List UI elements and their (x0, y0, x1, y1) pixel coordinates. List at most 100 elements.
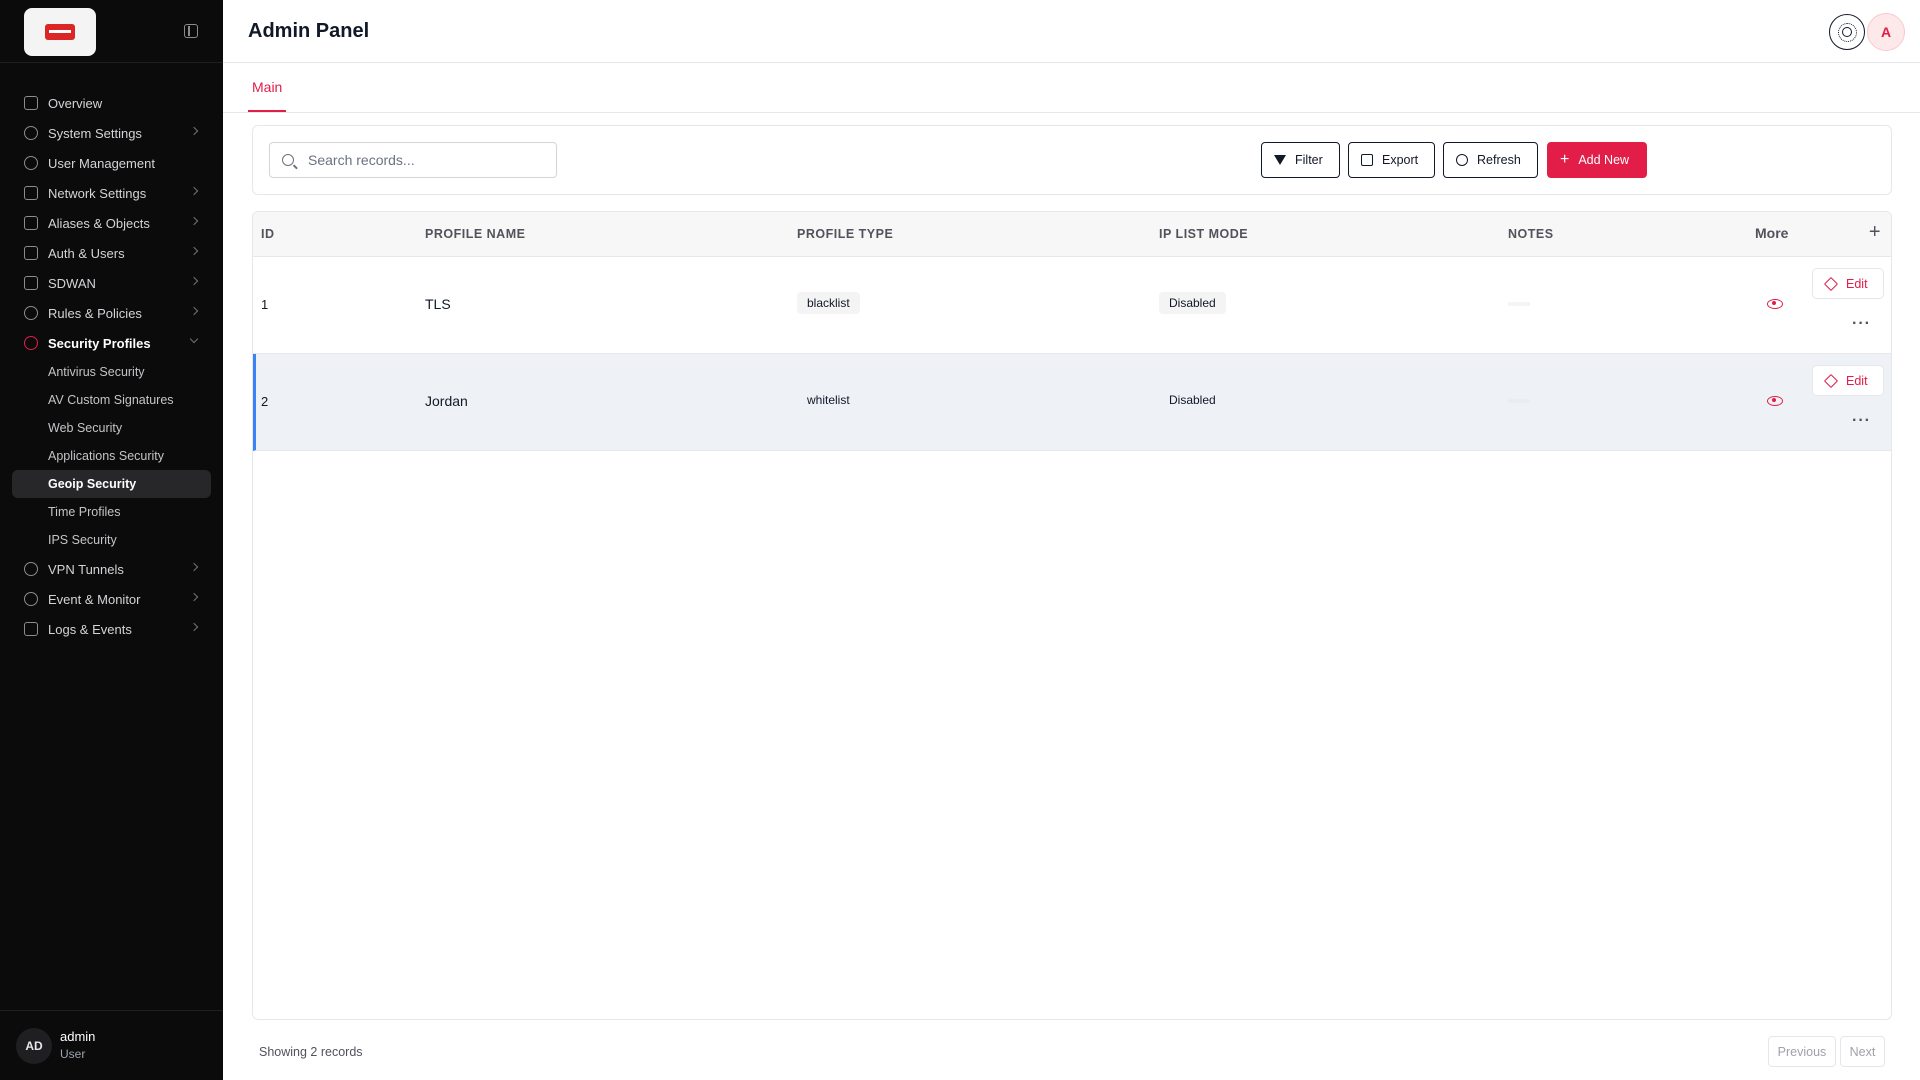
chevron-right-icon (189, 562, 199, 572)
avatar[interactable]: A (1867, 13, 1905, 51)
user-role: User (60, 1047, 86, 1061)
filter-button-label: Filter (1295, 153, 1323, 167)
view-icon[interactable] (1767, 396, 1783, 406)
shield-check-icon (24, 562, 38, 576)
chevron-right-icon (189, 622, 199, 632)
chevron-right-icon (189, 186, 199, 196)
record-count: Showing 2 records (259, 1045, 363, 1059)
network-icon (24, 186, 38, 200)
export-button[interactable]: Export (1348, 142, 1435, 178)
more-actions-icon[interactable]: ··· (1852, 412, 1871, 430)
table-row[interactable]: 2 Jordan whitelist Disabled Edit ··· (253, 354, 1891, 451)
cell-notes (1508, 399, 1530, 403)
sidebar-item-overview[interactable]: Overview (12, 88, 211, 118)
sidebar-item-label: SDWAN (48, 275, 96, 291)
avatar: AD (16, 1028, 52, 1064)
view-icon[interactable] (1767, 299, 1783, 309)
sidebar: Overview System Settings User Management… (0, 0, 223, 1080)
sidebar-subitem-applications-security[interactable]: Applications Security (12, 442, 211, 470)
topbar: Admin Panel A (223, 0, 1920, 63)
sidebar-nav: Overview System Settings User Management… (12, 88, 211, 644)
chevron-right-icon (189, 126, 199, 136)
sidebar-item-auth-users[interactable]: Auth & Users (12, 238, 211, 268)
sidebar-item-network-settings[interactable]: Network Settings (12, 178, 211, 208)
sidebar-item-event-monitor[interactable]: Event & Monitor (12, 584, 211, 614)
sidebar-subitem-web-security[interactable]: Web Security (12, 414, 211, 442)
sidebar-item-label: Network Settings (48, 185, 147, 201)
sidebar-item-aliases-objects[interactable]: Aliases & Objects (12, 208, 211, 238)
sidebar-item-label: User Management (48, 155, 155, 171)
column-header-ip-list-mode[interactable]: IP LIST MODE (1159, 227, 1248, 241)
user-icon (24, 156, 38, 170)
cell-notes (1508, 302, 1530, 306)
column-header-notes[interactable]: NOTES (1508, 227, 1554, 241)
add-new-button-label: Add New (1578, 153, 1630, 167)
column-header-profile-name[interactable]: PROFILE NAME (425, 227, 525, 241)
sidebar-item-user-management[interactable]: User Management (12, 148, 211, 178)
chevron-right-icon (189, 592, 199, 602)
more-actions-icon[interactable]: ··· (1852, 315, 1871, 333)
column-header-more: More (1755, 225, 1789, 241)
cell-ip-list-mode: Disabled (1159, 389, 1226, 411)
refresh-button[interactable]: Refresh (1443, 142, 1538, 178)
sidebar-subitem-time-profiles[interactable]: Time Profiles (12, 498, 211, 526)
previous-page-button[interactable]: Previous (1768, 1036, 1836, 1067)
add-column-icon[interactable]: + (1869, 221, 1881, 244)
page-title: Admin Panel (248, 20, 370, 42)
cell-id: 2 (261, 394, 269, 409)
plus-icon: + (1560, 151, 1570, 168)
refresh-button-label: Refresh (1477, 153, 1521, 167)
sidebar-item-vpn-tunnels[interactable]: VPN Tunnels (12, 554, 211, 584)
edit-button-label: Edit (1846, 373, 1868, 388)
edit-button[interactable]: Edit (1812, 365, 1884, 396)
sidebar-header (0, 0, 223, 63)
sidebar-collapse-icon[interactable] (184, 24, 198, 38)
chevron-right-icon (189, 276, 199, 286)
sidebar-item-system-settings[interactable]: System Settings (12, 118, 211, 148)
box-icon (24, 246, 38, 260)
search-icon (282, 154, 294, 166)
security-profiles-submenu: Antivirus Security AV Custom Signatures … (12, 358, 211, 554)
shield-icon (24, 306, 38, 320)
chevron-down-icon (189, 334, 199, 344)
theme-toggle-button[interactable] (1829, 14, 1865, 50)
sidebar-item-label: Rules & Policies (48, 305, 142, 321)
sidebar-subitem-geoip-security[interactable]: Geoip Security (12, 470, 211, 498)
sidebar-item-rules-policies[interactable]: Rules & Policies (12, 298, 211, 328)
search-box[interactable] (269, 142, 557, 178)
column-header-profile-type[interactable]: PROFILE TYPE (797, 227, 893, 241)
next-page-button[interactable]: Next (1840, 1036, 1885, 1067)
cell-id: 1 (261, 297, 269, 312)
chevron-right-icon (189, 246, 199, 256)
column-header-id[interactable]: ID (261, 227, 275, 241)
sidebar-item-label: Overview (48, 95, 103, 111)
tab-main[interactable]: Main (248, 63, 287, 112)
sidebar-item-label: Aliases & Objects (48, 215, 150, 231)
edit-button-label: Edit (1846, 276, 1868, 291)
toolbar: Filter Export Refresh + Add New (252, 125, 1892, 195)
user-name: admin (60, 1029, 96, 1044)
filter-button[interactable]: Filter (1261, 142, 1340, 178)
table-row[interactable]: 1 TLS blacklist Disabled Edit ··· (253, 257, 1891, 354)
sidebar-item-security-profiles[interactable]: Security Profiles (12, 328, 211, 358)
search-input[interactable] (308, 152, 538, 168)
edit-button[interactable]: Edit (1812, 268, 1884, 299)
add-new-button[interactable]: + Add New (1547, 142, 1647, 178)
table-header: ID PROFILE NAME PROFILE TYPE IP LIST MOD… (253, 212, 1891, 257)
sidebar-subitem-ips-security[interactable]: IPS Security (12, 526, 211, 554)
sidebar-subitem-antivirus-security[interactable]: Antivirus Security (12, 358, 211, 386)
sidebar-item-sdwan[interactable]: SDWAN (12, 268, 211, 298)
logo-mark (45, 24, 75, 40)
grid-icon (24, 96, 38, 110)
cell-profile-name: TLS (425, 296, 451, 312)
sidebar-item-label: Security Profiles (48, 335, 151, 351)
sidebar-user[interactable]: AD admin User (0, 1010, 223, 1080)
cell-profile-type: whitelist (797, 389, 860, 411)
cell-ip-list-mode: Disabled (1159, 292, 1226, 314)
sidebar-item-logs-events[interactable]: Logs & Events (12, 614, 211, 644)
export-button-label: Export (1382, 153, 1419, 167)
sidebar-subitem-av-custom-signatures[interactable]: AV Custom Signatures (12, 386, 211, 414)
download-icon (1361, 154, 1373, 166)
logo[interactable] (24, 8, 96, 56)
sun-icon (1838, 23, 1857, 42)
